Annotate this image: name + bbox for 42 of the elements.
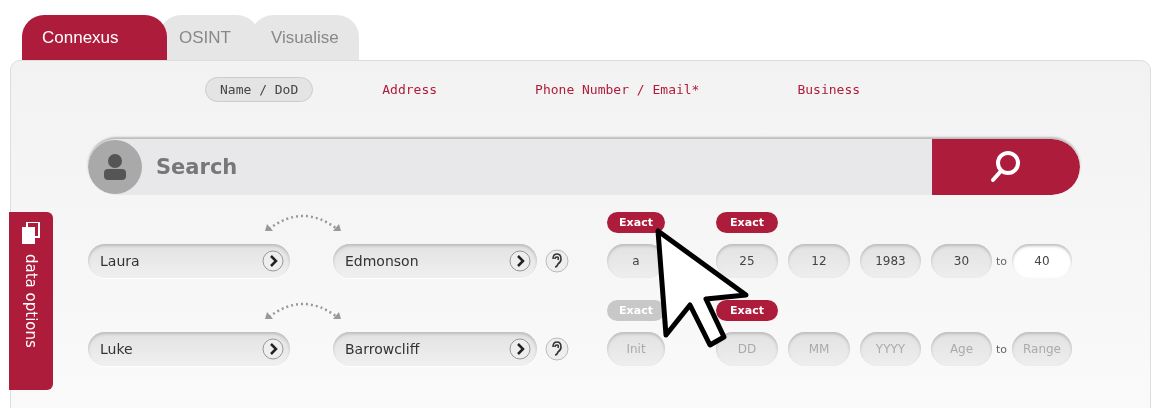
surname-input[interactable]: Edmonson bbox=[343, 252, 509, 270]
day-field[interactable]: 25 bbox=[716, 244, 778, 278]
year-field[interactable]: YYYY bbox=[860, 332, 921, 366]
ear-icon[interactable] bbox=[545, 337, 569, 361]
surname-field[interactable]: Edmonson bbox=[333, 244, 537, 278]
first-name-input[interactable]: Laura bbox=[98, 252, 262, 270]
first-name-input[interactable]: Luke bbox=[98, 340, 262, 358]
chevron-icon[interactable] bbox=[262, 250, 284, 272]
chevron-icon[interactable] bbox=[509, 250, 531, 272]
search-type-tab[interactable]: Business bbox=[783, 76, 875, 102]
age-field[interactable]: 30 bbox=[931, 244, 992, 278]
range-separator: to bbox=[996, 342, 1009, 356]
ear-icon[interactable] bbox=[545, 249, 569, 273]
search-type-tab[interactable]: Name / DoD bbox=[205, 76, 314, 102]
exact-toggle[interactable]: Exact bbox=[716, 211, 778, 233]
search-bar[interactable]: Search bbox=[88, 139, 1080, 195]
first-name-field[interactable]: Luke bbox=[88, 332, 290, 366]
surname-field[interactable]: Barrowcliff bbox=[333, 332, 537, 366]
exact-toggle[interactable]: Exact bbox=[607, 211, 665, 233]
tab[interactable]: Connexus bbox=[22, 15, 167, 60]
year-field[interactable]: 1983 bbox=[860, 244, 921, 278]
chevron-icon[interactable] bbox=[262, 338, 284, 360]
age-range-field[interactable]: 40 bbox=[1012, 244, 1072, 278]
search-input[interactable]: Search bbox=[142, 139, 932, 195]
search-type-tab[interactable]: Address bbox=[368, 76, 452, 102]
search-type-tab[interactable]: Phone Number / Email* bbox=[521, 76, 714, 102]
chevron-icon[interactable] bbox=[509, 338, 531, 360]
documents-icon bbox=[22, 222, 40, 244]
first-name-field[interactable]: Laura bbox=[88, 244, 290, 278]
surname-input[interactable]: Barrowcliff bbox=[343, 340, 509, 358]
age-field[interactable]: Age bbox=[931, 332, 992, 366]
data-options-label: data options bbox=[22, 254, 40, 348]
day-field[interactable]: DD bbox=[716, 332, 778, 366]
month-field[interactable]: 12 bbox=[788, 244, 850, 278]
search-button[interactable] bbox=[932, 139, 1080, 195]
age-range-field[interactable]: Range bbox=[1012, 332, 1072, 366]
initial-field[interactable]: Init bbox=[607, 332, 665, 366]
exact-toggle[interactable]: Exact bbox=[716, 299, 778, 321]
month-field[interactable]: MM bbox=[788, 332, 850, 366]
data-options-tab[interactable]: data options bbox=[9, 212, 53, 390]
range-separator: to bbox=[996, 254, 1009, 268]
person-icon bbox=[88, 140, 142, 194]
